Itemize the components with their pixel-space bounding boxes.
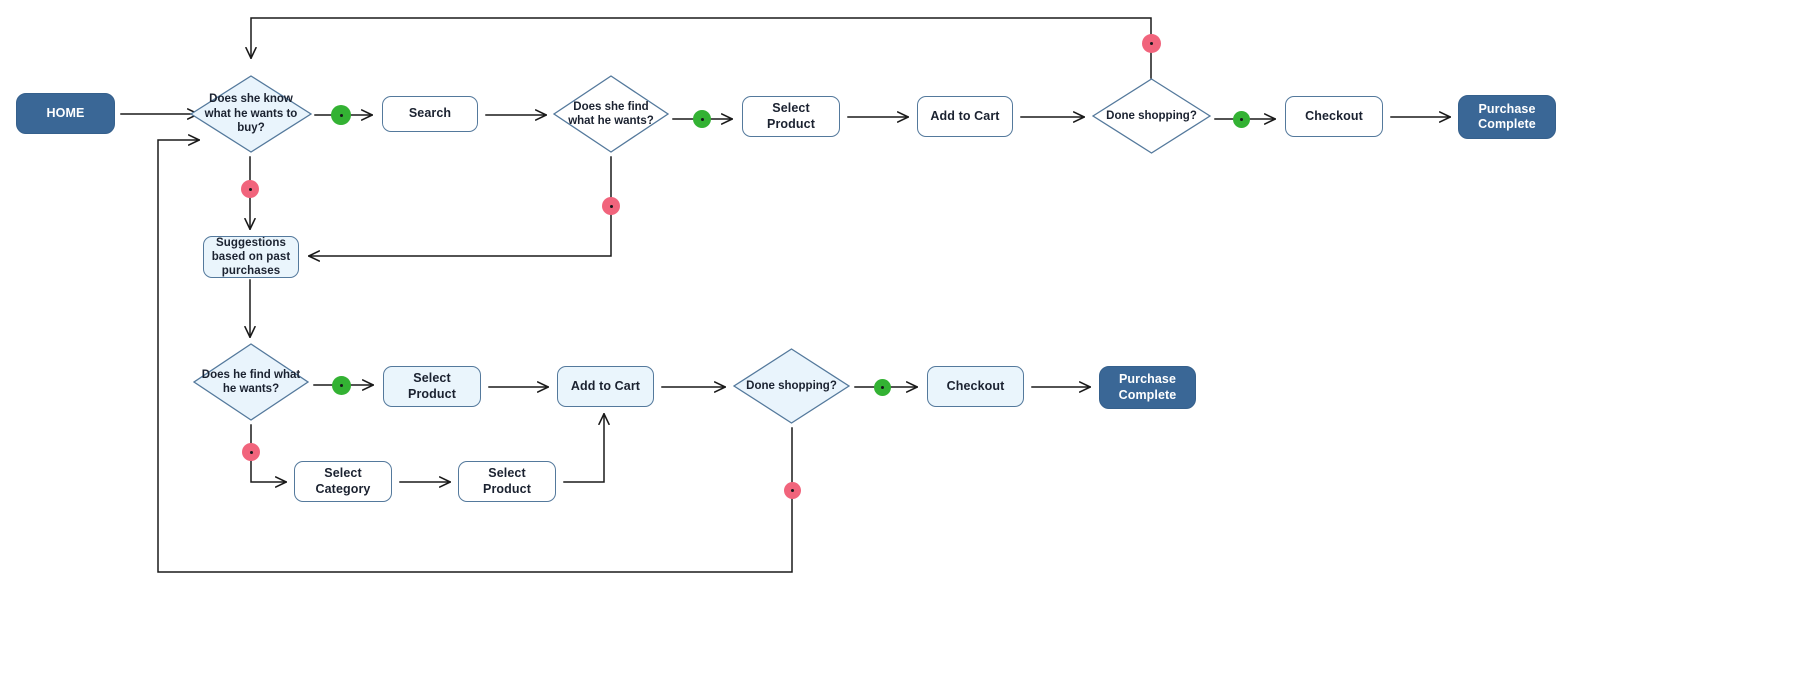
node-select-category-label: Select Category <box>315 466 371 496</box>
node-decision-done-shopping-1[interactable]: Done shopping? <box>1092 78 1211 154</box>
node-home[interactable]: HOME <box>16 93 115 134</box>
gateway-dot-yes-decision3-checkout[interactable] <box>1233 111 1250 128</box>
gateway-dot-no-decision3-loop[interactable] <box>1142 34 1161 53</box>
node-checkout-2[interactable]: Checkout <box>927 366 1024 407</box>
node-select-product-2[interactable]: Select Product <box>383 366 481 407</box>
node-checkout-1-label: Checkout <box>1305 108 1363 123</box>
node-decision-know-what-to-buy[interactable]: Does she know what he wants to buy? <box>190 75 312 153</box>
gateway-dot-no-decision2-suggestions[interactable] <box>602 197 620 215</box>
node-select-product-2-label: Select Product <box>408 371 456 401</box>
node-add-to-cart-1-label: Add to Cart <box>930 108 1000 123</box>
diamond-shape-icon <box>190 75 312 153</box>
node-purchase-complete-2[interactable]: Purchase Complete <box>1099 366 1196 409</box>
node-select-product-1[interactable]: Select Product <box>742 96 840 137</box>
node-decision-she-find-what-he-wants[interactable]: Does she find what he wants? <box>553 75 669 153</box>
node-checkout-1[interactable]: Checkout <box>1285 96 1383 137</box>
diamond-shape-icon <box>193 343 309 421</box>
diamond-shape-icon <box>733 348 850 424</box>
node-decision-he-find-what-he-wants[interactable]: Does he find what he wants? <box>193 343 309 421</box>
gateway-dot-no-decision4-category[interactable] <box>242 443 260 461</box>
edge-selectproduct3-to-addtocart2 <box>563 414 604 483</box>
node-select-product-3[interactable]: Select Product <box>458 461 556 502</box>
node-purchase-complete-1-label: Purchase Complete <box>1478 101 1536 131</box>
node-add-to-cart-1[interactable]: Add to Cart <box>917 96 1013 137</box>
node-search[interactable]: Search <box>382 96 478 132</box>
gateway-dot-no-decision1-suggestions[interactable] <box>241 180 259 198</box>
gateway-dot-yes-decision5-checkout[interactable] <box>874 379 891 396</box>
node-select-product-1-label: Select Product <box>767 101 815 131</box>
node-home-label: HOME <box>46 105 85 120</box>
node-search-label: Search <box>408 106 452 121</box>
flowchart-canvas: HOME Does she know what he wants to buy?… <box>0 0 1803 680</box>
node-add-to-cart-2-label: Add to Cart <box>570 378 641 393</box>
node-select-product-3-label: Select Product <box>483 466 531 496</box>
node-decision-done-shopping-2[interactable]: Done shopping? <box>733 348 850 424</box>
node-suggestions-past-purchases[interactable]: Suggestions based on past purchases <box>203 236 299 278</box>
node-add-to-cart-2[interactable]: Add to Cart <box>557 366 654 407</box>
diamond-shape-icon <box>553 75 669 153</box>
gateway-dot-yes-decision2-product[interactable] <box>693 110 711 128</box>
edge-decision3-no-to-decision1 <box>251 17 1152 79</box>
node-suggestions-past-purchases-label: Suggestions based on past purchases <box>211 236 291 278</box>
gateway-dot-no-decision5-loop[interactable] <box>784 482 801 499</box>
edge-decision2-no-to-suggestions <box>309 156 612 256</box>
diamond-shape-icon <box>1092 78 1211 154</box>
node-purchase-complete-1[interactable]: Purchase Complete <box>1458 95 1556 139</box>
gateway-dot-yes-decision4-product[interactable] <box>332 376 351 395</box>
gateway-dot-yes-decision1-search[interactable] <box>331 105 351 125</box>
node-select-category[interactable]: Select Category <box>294 461 392 502</box>
node-checkout-2-label: Checkout <box>946 378 1005 393</box>
node-purchase-complete-2-label: Purchase Complete <box>1118 372 1177 402</box>
